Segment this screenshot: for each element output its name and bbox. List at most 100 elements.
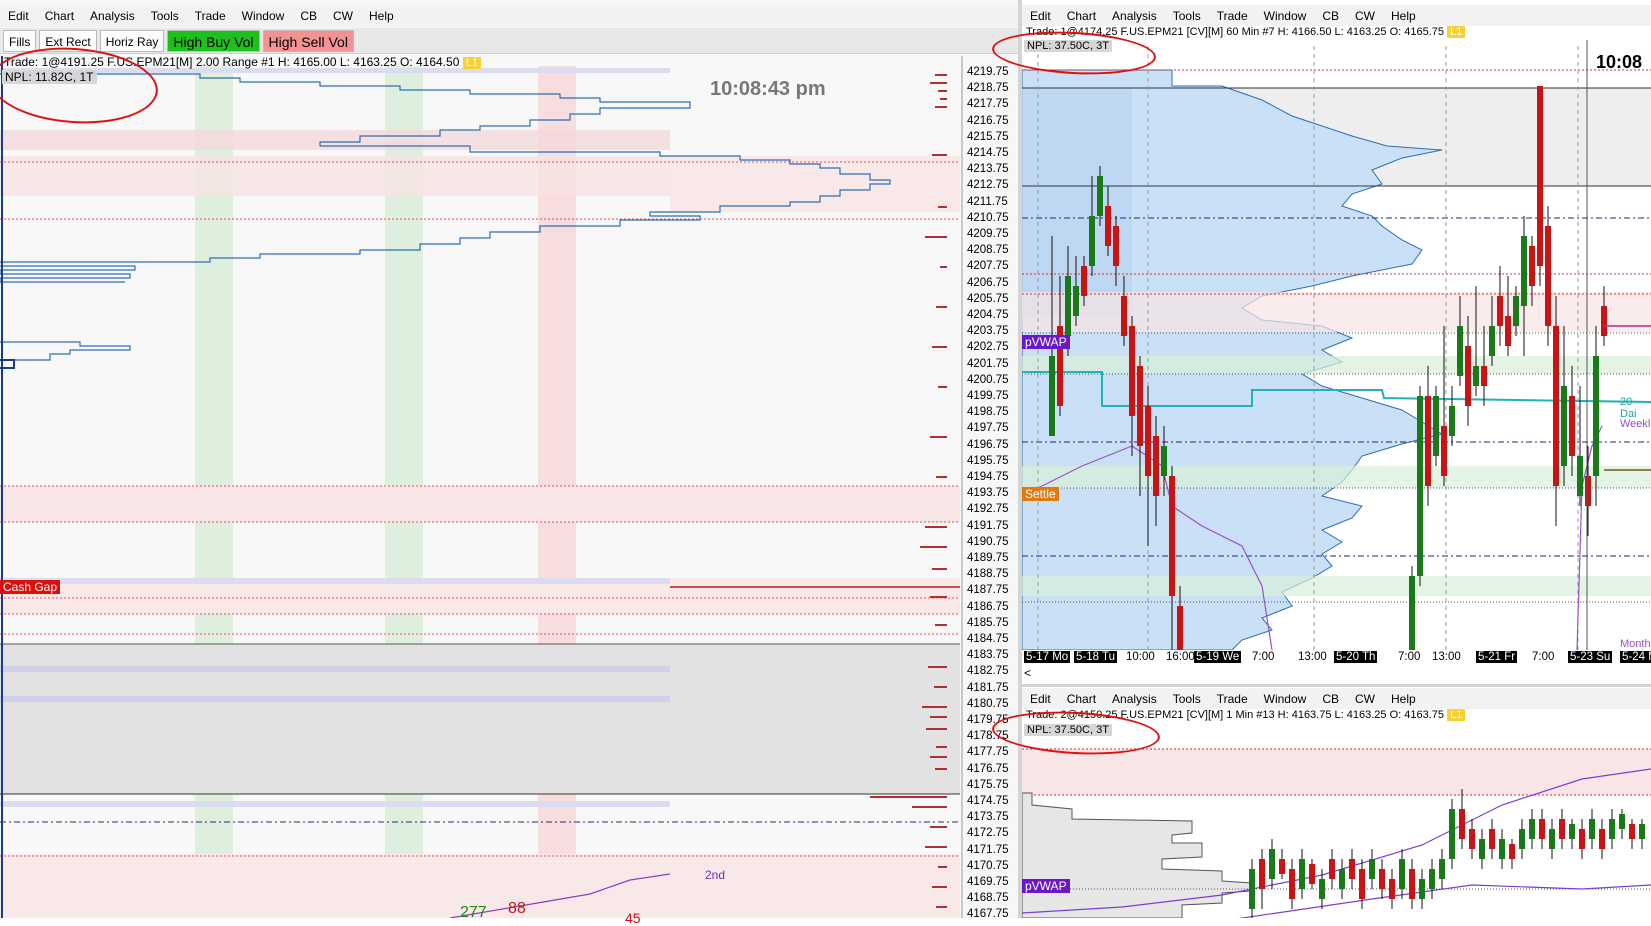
price-axis-label: 4189.75 — [967, 552, 1009, 564]
price-axis-label: 4203.75 — [967, 325, 1009, 338]
price-axis-label: 4168.75 — [967, 892, 1009, 905]
menu-chart[interactable]: Chart — [37, 9, 82, 23]
menu-window[interactable]: Window — [1256, 692, 1315, 706]
menu-help[interactable]: Help — [361, 9, 402, 23]
price-axis-label: 4173.75 — [967, 811, 1009, 824]
price-axis-label: 4169.75 — [967, 876, 1009, 888]
left-chart-canvas[interactable] — [0, 56, 965, 918]
menu-cb[interactable]: CB — [1314, 692, 1347, 706]
menu-analysis[interactable]: Analysis — [1104, 9, 1165, 23]
left-menubar: Edit Chart Analysis Tools Trade Window C… — [0, 5, 1020, 27]
x-label: 10:00 — [1126, 651, 1155, 663]
menu-window[interactable]: Window — [1256, 9, 1315, 23]
price-axis-label: 4216.75 — [967, 114, 1009, 127]
x-label: 5-17 Mo — [1024, 651, 1071, 663]
high-sell-vol-button[interactable]: High Sell Vol — [262, 29, 354, 52]
scroll-left-arrow[interactable]: < — [1024, 666, 1031, 680]
menu-cb[interactable]: CB — [292, 9, 325, 23]
menu-analysis[interactable]: Analysis — [1104, 692, 1165, 706]
price-axis-label: 4206.75 — [967, 276, 1009, 289]
menu-cw[interactable]: CW — [325, 9, 361, 23]
price-axis-label: 4200.75 — [967, 373, 1009, 386]
price-axis-label: 4188.75 — [967, 568, 1009, 581]
right-bottom-menubar: Edit Chart Analysis Tools Trade Window C… — [1022, 688, 1651, 710]
fills-button[interactable]: Fills — [3, 29, 37, 52]
price-axis-label: 4181.75 — [967, 681, 1009, 694]
menu-tools[interactable]: Tools — [143, 9, 187, 23]
price-axis-label: 4187.75 — [967, 584, 1009, 597]
price-axis-label: 4198.75 — [967, 406, 1009, 419]
price-axis-label: 4213.75 — [967, 163, 1009, 176]
price-axis-label: 4193.75 — [967, 487, 1009, 500]
price-axis-label: 4212.75 — [967, 179, 1009, 192]
price-axis-label: 4175.75 — [967, 778, 1009, 791]
menu-cw[interactable]: CW — [1347, 9, 1383, 23]
x-label: 5-18 Tu — [1074, 651, 1117, 663]
right-top-l1-badge: L1 — [1447, 26, 1466, 38]
price-axis-label: 4197.75 — [967, 422, 1009, 435]
right-top-chart-window: Edit Chart Analysis Tools Trade Window C… — [1022, 0, 1651, 680]
x-label: 5-23 Su — [1568, 651, 1613, 663]
monthly-label: Month — [1620, 638, 1651, 650]
price-axis-label: 4176.75 — [967, 762, 1009, 775]
x-label: 5-19 We — [1194, 651, 1242, 663]
menu-chart[interactable]: Chart — [1059, 9, 1104, 23]
right-bottom-l1-badge: L1 — [1447, 709, 1466, 721]
menu-analysis[interactable]: Analysis — [82, 9, 143, 23]
menu-tools[interactable]: Tools — [1165, 9, 1209, 23]
left-price-axis[interactable]: 4219.75 4218.75 4217.75 4216.75 4215.75 4214.… — [965, 56, 1020, 921]
menu-trade[interactable]: Trade — [1209, 692, 1256, 706]
x-label: 13:00 — [1298, 651, 1327, 663]
menu-edit[interactable]: Edit — [1022, 692, 1059, 706]
price-axis-label: 4184.75 — [967, 633, 1009, 645]
menu-help[interactable]: Help — [1383, 692, 1424, 706]
menu-edit[interactable]: Edit — [0, 9, 37, 23]
price-axis-label: 4207.75 — [967, 260, 1009, 273]
x-label: 7:00 — [1252, 651, 1275, 663]
left-toolbar: Fills Ext Rect Horiz Ray High Buy Vol Hi… — [0, 28, 1020, 54]
bottom-number-green: 277 — [460, 904, 487, 921]
price-axis-label: 4167.75 — [967, 908, 1009, 921]
price-axis-label: 4219.75 — [967, 66, 1009, 78]
x-label: 16:00 — [1166, 651, 1195, 663]
menu-window[interactable]: Window — [234, 9, 293, 23]
menu-cw[interactable]: CW — [1347, 692, 1383, 706]
price-axis-label: 4214.75 — [967, 147, 1009, 159]
price-axis-label: 4186.75 — [967, 600, 1009, 613]
price-axis-label: 4171.75 — [967, 843, 1009, 856]
daily-label: 20 Dai — [1620, 396, 1637, 420]
horiz-ray-button[interactable]: Horiz Ray — [99, 29, 165, 52]
price-axis-label: 4205.75 — [967, 292, 1009, 305]
price-axis-label: 4210.75 — [967, 211, 1009, 224]
right-top-chart-canvas[interactable] — [1022, 26, 1651, 650]
price-axis-label: 4182.75 — [967, 665, 1009, 678]
menu-chart[interactable]: Chart — [1059, 692, 1104, 706]
cash-gap-label: Cash Gap — [0, 580, 61, 594]
price-axis-label: 4172.75 — [967, 827, 1009, 840]
price-axis-label: 4208.75 — [967, 244, 1009, 257]
price-axis-label: 4185.75 — [967, 616, 1009, 629]
price-axis-label: 4183.75 — [967, 649, 1009, 662]
menu-trade[interactable]: Trade — [187, 9, 234, 23]
price-axis-label: 4204.75 — [967, 309, 1009, 321]
price-axis-label: 4218.75 — [967, 82, 1009, 95]
menu-cb[interactable]: CB — [1314, 9, 1347, 23]
price-axis-label: 4217.75 — [967, 98, 1009, 111]
right-top-time-axis[interactable]: 5-17 Mo 5-18 Tu 10:00 16:00 5-19 We 7:00… — [1022, 650, 1651, 668]
price-axis-label: 4201.75 — [967, 357, 1009, 370]
x-label: 7:00 — [1398, 651, 1421, 663]
high-buy-vol-button[interactable]: High Buy Vol — [167, 29, 260, 52]
x-label: 5-20 Th — [1334, 651, 1378, 663]
price-axis-label: 4215.75 — [967, 130, 1009, 143]
bottom-number-red: 88 — [508, 900, 526, 917]
menu-tools[interactable]: Tools — [1165, 692, 1209, 706]
menu-help[interactable]: Help — [1383, 9, 1424, 23]
right-top-menubar: Edit Chart Analysis Tools Trade Window C… — [1022, 5, 1651, 27]
x-label: 5-21 Fr — [1476, 651, 1518, 663]
menu-edit[interactable]: Edit — [1022, 9, 1059, 23]
left-clock: 10:08:43 pm — [710, 78, 826, 100]
price-axis-label: 4194.75 — [967, 471, 1009, 483]
weekly-label: Weekl — [1620, 418, 1651, 430]
price-axis-label: 4180.75 — [967, 697, 1009, 710]
menu-trade[interactable]: Trade — [1209, 9, 1256, 23]
